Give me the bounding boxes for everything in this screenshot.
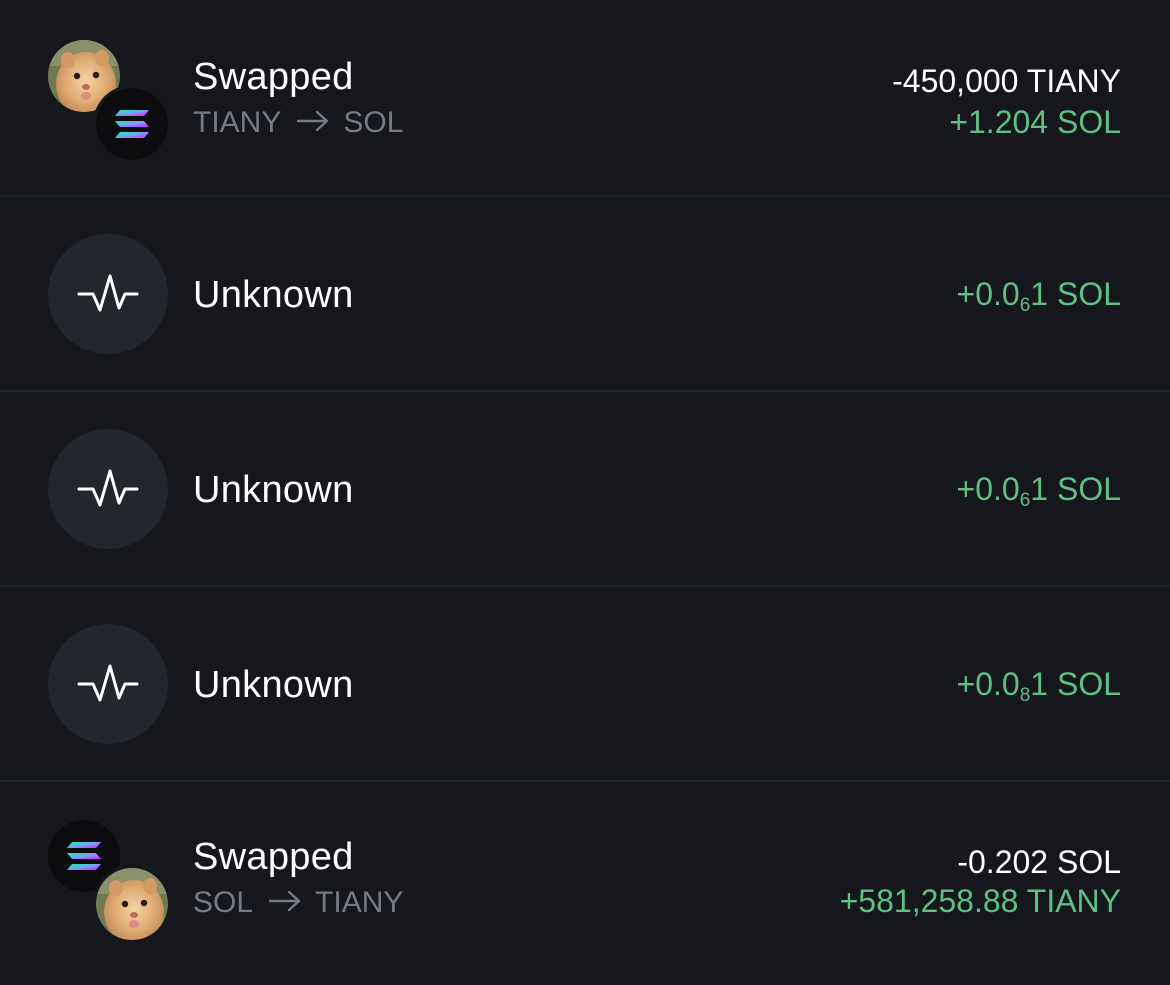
amount-in: +0.061 SOL [956,471,1121,511]
transaction-title: Unknown [193,664,354,706]
transaction-row-swap[interactable]: Swapped SOL TIANY -0.202 SOL +581,258.88… [0,782,1170,985]
transaction-row-unknown[interactable]: Unknown +0.061 SOL [0,392,1170,587]
amount-in: +0.061 SOL [956,276,1121,316]
transaction-list: Swapped TIANY SOL -450,000 TIANY +1.204 … [0,0,1170,985]
activity-pulse-icon [48,623,168,744]
swap-token-avatars [48,40,168,160]
transaction-row-swap[interactable]: Swapped TIANY SOL -450,000 TIANY +1.204 … [0,0,1170,197]
arrow-right-icon [297,105,329,141]
amount-in: +581,258.88 TIANY [839,883,1121,919]
transaction-title: Unknown [193,469,354,511]
transaction-title: Swapped [193,56,354,98]
solana-icon [96,88,168,160]
swap-token-avatars [48,820,168,940]
amount-in: +0.081 SOL [956,666,1121,706]
transaction-title: Swapped [193,836,354,878]
tiany-hamster-icon [96,868,168,940]
activity-pulse-icon [48,233,168,354]
to-token: SOL [343,106,404,139]
transaction-title: Unknown [193,274,354,316]
amount-out: -450,000 TIANY [892,63,1121,99]
activity-pulse-icon [48,428,168,549]
amount-in: +1.204 SOL [949,104,1121,140]
arrow-right-icon [268,885,301,921]
from-token: SOL [193,886,254,919]
transaction-row-unknown[interactable]: Unknown +0.061 SOL [0,197,1170,392]
swap-route: TIANY SOL [193,105,403,141]
amount-out: -0.202 SOL [957,844,1121,880]
swap-route: SOL TIANY [193,885,403,921]
transaction-row-unknown[interactable]: Unknown +0.081 SOL [0,587,1170,782]
from-token: TIANY [193,106,282,139]
to-token: TIANY [315,886,404,919]
